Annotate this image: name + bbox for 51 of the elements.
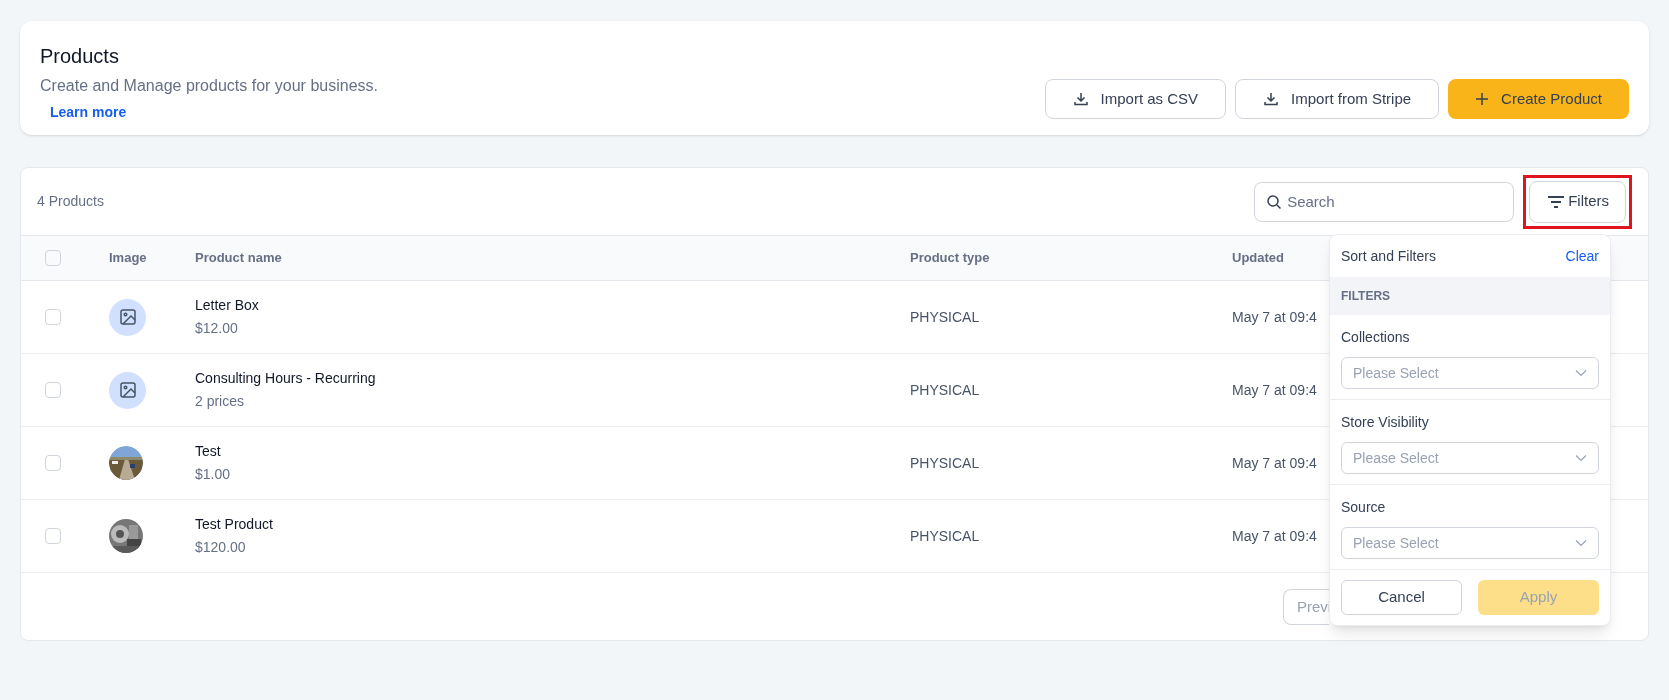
chevron-down-icon bbox=[1575, 369, 1587, 377]
row-checkbox[interactable] bbox=[45, 382, 61, 398]
row-checkbox[interactable] bbox=[45, 528, 61, 544]
download-icon bbox=[1072, 91, 1089, 107]
cancel-button[interactable]: Cancel bbox=[1341, 580, 1462, 615]
column-header: Image bbox=[109, 250, 147, 266]
create-product-button[interactable]: Create Product bbox=[1448, 79, 1629, 119]
filters-button[interactable]: Filters bbox=[1529, 180, 1626, 223]
download-icon bbox=[1263, 91, 1280, 107]
page-title: Products bbox=[40, 44, 120, 69]
section-label: FILTERS bbox=[1341, 288, 1391, 305]
product-detail: $12.00 bbox=[195, 319, 239, 338]
product-type: PHYSICAL bbox=[910, 528, 980, 544]
updated-date: May 7 at 09:4 bbox=[1232, 309, 1317, 325]
product-name: Consulting Hours - Recurring bbox=[195, 369, 377, 388]
product-name: Letter Box bbox=[195, 296, 260, 315]
product-count: 4 Products bbox=[37, 192, 104, 211]
row-checkbox[interactable] bbox=[45, 309, 61, 325]
updated-date: May 7 at 09:4 bbox=[1232, 382, 1317, 398]
product-name: Test Product bbox=[195, 515, 274, 534]
product-detail: $1.00 bbox=[195, 465, 232, 484]
page-subtitle: Create and Manage products for your business. bbox=[40, 76, 378, 96]
column-header: Updated bbox=[1232, 250, 1284, 266]
chevron-down-icon bbox=[1575, 454, 1587, 462]
field-label: Source bbox=[1341, 498, 1387, 517]
search-icon bbox=[1266, 193, 1283, 210]
product-type: PHYSICAL bbox=[910, 455, 980, 471]
search-field[interactable]: Search bbox=[1254, 181, 1515, 222]
updated-date: May 7 at 09:4 bbox=[1232, 455, 1317, 471]
clear-link[interactable]: Clear bbox=[1565, 245, 1599, 267]
plus-icon bbox=[1475, 92, 1490, 106]
field-label: Collections bbox=[1341, 328, 1411, 347]
import-button[interactable]: Import from Stripe bbox=[1235, 79, 1440, 119]
select-all-checkbox[interactable] bbox=[45, 250, 61, 266]
column-header: Product name bbox=[195, 250, 282, 266]
filter-icon bbox=[1546, 193, 1567, 210]
product-type: PHYSICAL bbox=[910, 382, 980, 398]
image-placeholder-icon bbox=[109, 371, 146, 409]
updated-date: May 7 at 09:4 bbox=[1232, 528, 1317, 544]
product-detail: 2 prices bbox=[195, 392, 246, 411]
field-label: Store Visibility bbox=[1341, 413, 1430, 432]
product-detail: $120.00 bbox=[195, 538, 247, 557]
panel-title: Sort and Filters bbox=[1341, 246, 1436, 266]
image-placeholder-icon bbox=[109, 298, 146, 336]
chevron-down-icon bbox=[1575, 539, 1587, 547]
learn-more-link[interactable]: Learn more bbox=[50, 102, 378, 123]
import-button[interactable]: Import as CSV bbox=[1044, 79, 1227, 119]
product-type: PHYSICAL bbox=[910, 309, 980, 325]
column-header: Product type bbox=[910, 250, 990, 266]
row-checkbox[interactable] bbox=[45, 455, 61, 471]
product-name: Test bbox=[195, 442, 222, 461]
